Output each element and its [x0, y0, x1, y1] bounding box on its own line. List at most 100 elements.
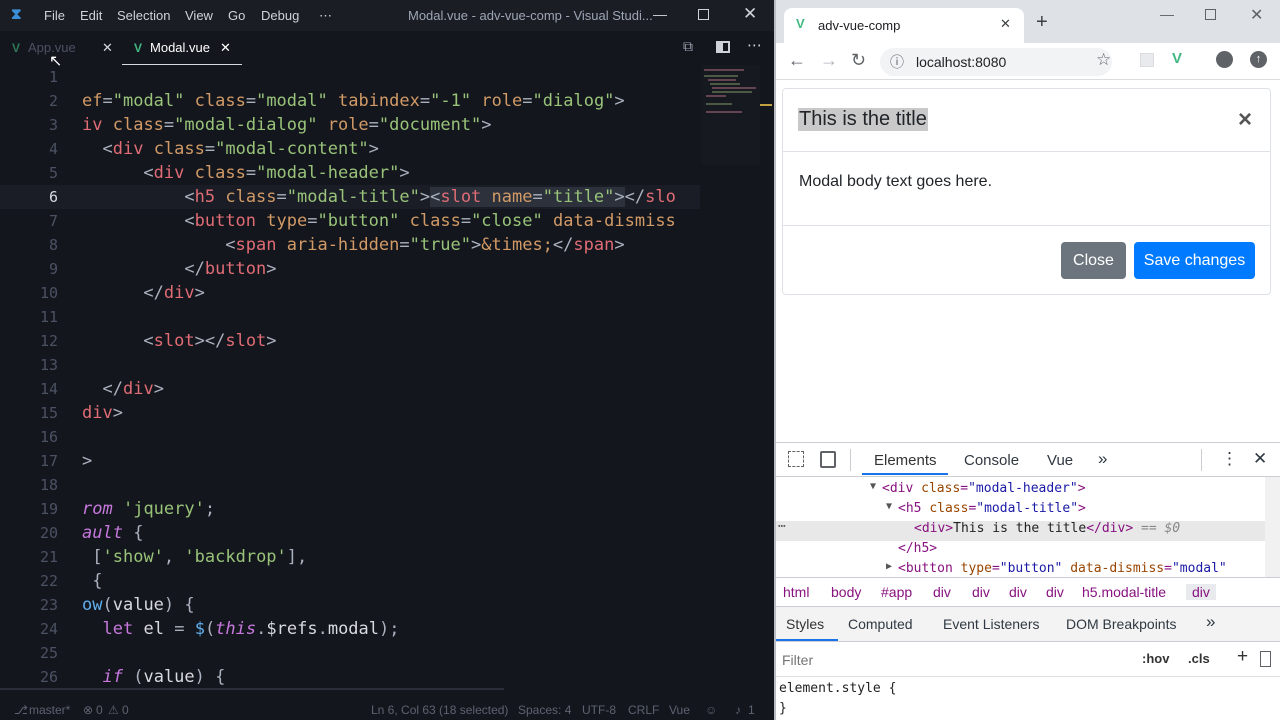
code-line[interactable]: rom 'jquery'; [82, 499, 215, 519]
minimize-icon[interactable]: — [1160, 6, 1174, 22]
code-line[interactable]: <span aria-hidden="true">&times;</span> [82, 235, 624, 255]
new-style-rule-icon[interactable]: + [1237, 646, 1248, 668]
more-style-tabs-icon[interactable]: » [1206, 612, 1215, 632]
maximize-icon[interactable] [698, 9, 709, 20]
tab-close-icon[interactable]: ✕ [102, 31, 113, 65]
more-tabs-icon[interactable]: » [1098, 449, 1107, 469]
dom-node[interactable]: ▼ <div class="modal-header"> [776, 481, 1265, 501]
tab-elements[interactable]: Elements [874, 452, 937, 469]
minimize-icon[interactable]: — [653, 6, 667, 22]
menu-go[interactable]: Go [228, 8, 245, 23]
code-line[interactable]: <div class="modal-content"> [82, 139, 378, 159]
line-ending[interactable]: CRLF [628, 703, 659, 717]
encoding[interactable]: UTF-8 [582, 703, 616, 717]
code-line[interactable]: iv class="modal-dialog" role="document"> [82, 115, 492, 135]
tab-computed[interactable]: Computed [848, 616, 913, 632]
cursor-position[interactable]: Ln 6, Col 63 (18 selected) [371, 703, 508, 717]
notification-count[interactable]: 1 [748, 703, 755, 717]
back-icon[interactable]: ← [788, 50, 806, 71]
dom-node[interactable]: ▼ <h5 class="modal-title"> [776, 501, 1265, 521]
dom-node[interactable]: ▶ <button type="button" data-dismiss="mod… [776, 561, 1265, 577]
code-line[interactable]: <div class="modal-header"> [82, 163, 409, 183]
device-toolbar-icon[interactable] [820, 451, 836, 468]
profile-icon[interactable] [1216, 51, 1233, 68]
warning-icon[interactable]: ⚠ [108, 703, 119, 717]
code-line[interactable]: ow(value) { [82, 595, 195, 615]
code-editor[interactable]: 1 2 ef="modal" class="modal" tabindex="-1"… [0, 65, 774, 690]
modal-close-x[interactable]: × [1238, 106, 1252, 134]
breadcrumb-item[interactable]: div [1046, 584, 1064, 600]
language-mode[interactable]: Vue [669, 703, 690, 717]
update-icon[interactable]: ↑ [1250, 51, 1267, 68]
warning-count[interactable]: 0 [122, 703, 129, 717]
more-actions-icon[interactable]: ⋯ [747, 36, 762, 54]
devtools-close-icon[interactable]: ✕ [1253, 449, 1267, 469]
save-changes-button[interactable]: Save changes [1134, 242, 1255, 279]
code-line[interactable]: ['show', 'backdrop'], [82, 547, 307, 567]
code-line[interactable]: <h5 class="modal-title"><slot name="titl… [82, 187, 676, 207]
notification-bell-icon[interactable]: ♪ [735, 703, 741, 717]
code-line[interactable]: if (value) { [82, 667, 225, 687]
address-bar[interactable]: ⓘ localhost:8080 [880, 48, 1112, 76]
code-line[interactable]: ef="modal" class="modal" tabindex="-1" r… [82, 91, 625, 111]
breadcrumb-item[interactable]: body [831, 584, 861, 600]
menu-more[interactable]: ⋯ [319, 8, 332, 24]
minimap[interactable] [702, 65, 760, 165]
browser-tab-close-icon[interactable]: ✕ [1000, 16, 1011, 32]
toggle-sidebar-icon[interactable] [1260, 651, 1271, 667]
maximize-icon[interactable] [1205, 9, 1216, 20]
menu-view[interactable]: View [185, 8, 213, 23]
bookmark-star-icon[interactable]: ☆ [1096, 50, 1111, 70]
error-icon[interactable]: ⊗ [83, 703, 93, 717]
hov-toggle[interactable]: :hov [1142, 651, 1169, 666]
open-changes-icon[interactable]: ⧉ [683, 39, 693, 55]
breadcrumb-item[interactable]: div [1009, 584, 1027, 600]
cls-toggle[interactable]: .cls [1188, 651, 1210, 666]
menu-selection[interactable]: Selection [117, 8, 170, 23]
breadcrumb-item[interactable]: div [972, 584, 990, 600]
git-branch[interactable]: master* [29, 703, 70, 717]
code-line[interactable]: <slot></slot> [82, 331, 276, 351]
close-icon[interactable]: ✕ [1250, 5, 1263, 25]
tab-styles[interactable]: Styles [786, 616, 824, 632]
inspect-element-icon[interactable] [788, 451, 804, 467]
breadcrumb-item[interactable]: html [783, 584, 809, 600]
dom-node[interactable]: </h5> [776, 541, 1265, 561]
dom-tree[interactable]: ▼ <div class="modal-header"> ▼ <h5 class="m… [776, 477, 1280, 577]
breadcrumb-item[interactable]: h5.modal-title [1082, 584, 1166, 600]
tab-close-icon[interactable]: ✕ [220, 31, 231, 65]
indentation[interactable]: Spaces: 4 [518, 703, 571, 717]
menu-debug[interactable]: Debug [261, 8, 299, 23]
close-icon[interactable]: ✕ [743, 4, 757, 24]
code-line[interactable]: </div> [82, 283, 204, 303]
styles-filter-input[interactable] [780, 648, 1128, 672]
breadcrumb-item[interactable]: div [933, 584, 951, 600]
devtools-menu-icon[interactable]: ⋮ [1221, 449, 1238, 469]
code-line[interactable]: div> [82, 403, 123, 423]
code-line[interactable]: </button> [82, 259, 276, 279]
dom-scrollbar[interactable] [1265, 477, 1280, 577]
menu-edit[interactable]: Edit [80, 8, 102, 23]
element-style-rule[interactable]: element.style { [779, 681, 896, 696]
breadcrumb-item[interactable]: div [1186, 584, 1216, 600]
editor-horizontal-scrollbar[interactable] [0, 688, 504, 690]
menu-file[interactable]: File [44, 8, 65, 23]
code-line[interactable]: <button type="button" class="close" data… [82, 211, 675, 231]
code-line[interactable]: ault { [82, 523, 143, 543]
error-count[interactable]: 0 [96, 703, 103, 717]
reload-icon[interactable]: ↻ [851, 50, 866, 71]
vue-devtools-icon[interactable]: V [1172, 50, 1182, 67]
tab-dom-breakpoints[interactable]: DOM Breakpoints [1066, 616, 1176, 632]
tab-vue[interactable]: Vue [1047, 452, 1073, 469]
forward-icon[interactable]: → [820, 50, 838, 71]
breadcrumb-item[interactable]: #app [881, 584, 912, 600]
tab-event-listeners[interactable]: Event Listeners [943, 616, 1040, 632]
tab-modal-vue[interactable]: V Modal.vue ✕ [122, 31, 242, 65]
feedback-icon[interactable]: ☺ [705, 703, 717, 717]
tab-console[interactable]: Console [964, 452, 1019, 469]
split-editor-icon[interactable] [716, 41, 730, 53]
code-line[interactable]: let el = $(this.$refs.modal); [82, 619, 399, 639]
close-button[interactable]: Close [1061, 242, 1126, 279]
new-tab-icon[interactable]: + [1036, 11, 1048, 34]
extension-icon[interactable] [1140, 53, 1154, 67]
